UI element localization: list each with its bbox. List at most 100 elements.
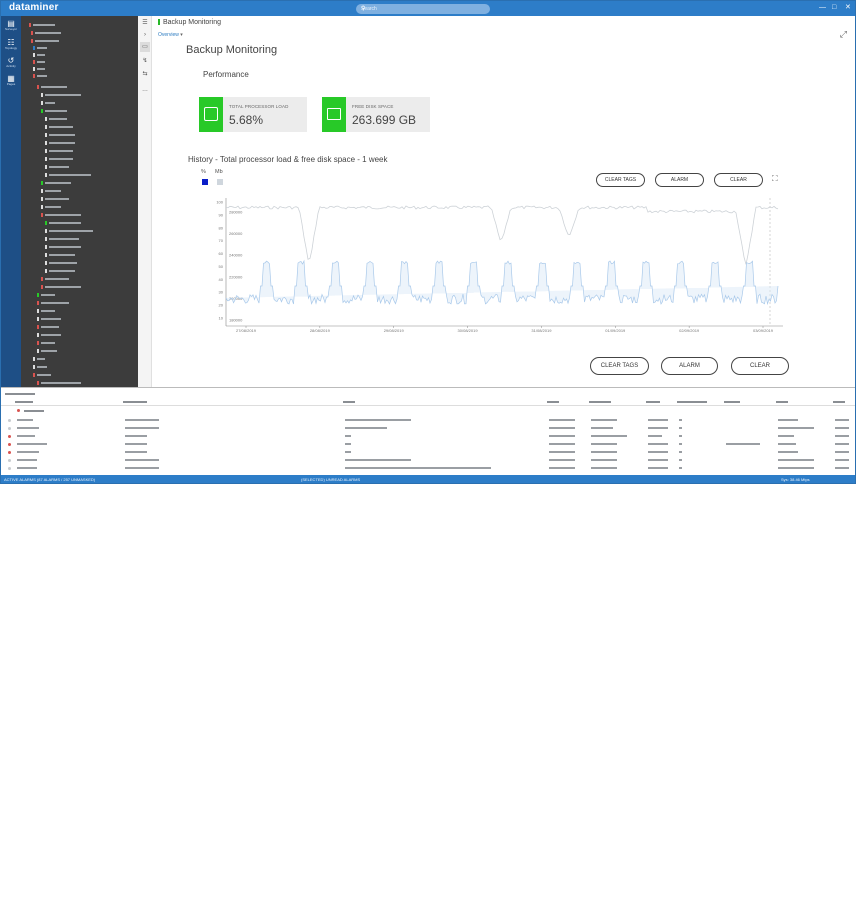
tree-node[interactable] bbox=[45, 164, 138, 170]
tree-node-state-icon bbox=[33, 60, 35, 64]
tree-node[interactable] bbox=[41, 276, 138, 282]
trend-icon[interactable]: ⇆ bbox=[140, 69, 150, 79]
close-button[interactable]: ✕ bbox=[845, 3, 851, 13]
tree-node-state-icon bbox=[31, 31, 33, 35]
legend-swatch-mb[interactable] bbox=[217, 179, 223, 185]
tree-node[interactable] bbox=[37, 300, 137, 306]
tree-node[interactable] bbox=[37, 340, 137, 346]
tree-node-state-icon bbox=[33, 46, 35, 50]
tree-node[interactable] bbox=[41, 100, 138, 106]
search-input[interactable]: Search ⚲ bbox=[356, 4, 490, 14]
tree-node[interactable] bbox=[37, 380, 137, 386]
minimize-button[interactable]: — bbox=[819, 3, 826, 13]
tree-node[interactable] bbox=[45, 172, 138, 178]
tree-node[interactable] bbox=[41, 204, 138, 210]
tree-node-state-icon bbox=[37, 85, 39, 89]
tab-overview[interactable]: Overview ▾ bbox=[158, 32, 183, 38]
tree-node-label bbox=[45, 278, 69, 280]
tree-node[interactable] bbox=[29, 22, 129, 28]
alarm-button[interactable]: ALARM bbox=[655, 173, 704, 187]
chevron-right-icon[interactable]: › bbox=[140, 30, 150, 40]
tree-node[interactable] bbox=[45, 116, 138, 122]
nav-activity[interactable]: ↺ Activity bbox=[3, 56, 19, 72]
status-bar: ACTIVE ALARMS (87 ALARMS / 257 UNMASKED)… bbox=[1, 475, 855, 483]
nav-surveyor[interactable]: ▤ Surveyor bbox=[3, 19, 19, 35]
tree-node[interactable] bbox=[33, 73, 133, 79]
tree-node[interactable] bbox=[45, 244, 138, 250]
tree-node[interactable] bbox=[45, 260, 138, 266]
tree-node[interactable] bbox=[31, 38, 131, 44]
clear-tags-button-bottom[interactable]: CLEAR TAGS bbox=[590, 357, 649, 375]
hamburger-icon[interactable]: ☰ bbox=[140, 18, 150, 28]
tree-node[interactable] bbox=[41, 196, 138, 202]
nav-pages[interactable]: ▦ Pages bbox=[3, 74, 19, 90]
tree-node[interactable] bbox=[45, 148, 138, 154]
nav-topology[interactable]: ☷ Topology bbox=[3, 38, 19, 54]
alarm-cell bbox=[835, 451, 849, 453]
tree-node-label bbox=[49, 246, 81, 248]
alarm-console bbox=[1, 387, 855, 475]
tree-node[interactable] bbox=[41, 92, 138, 98]
status-indicator bbox=[158, 19, 160, 25]
tree-node[interactable] bbox=[33, 45, 133, 51]
tree-node[interactable] bbox=[37, 316, 137, 322]
tree-node[interactable] bbox=[41, 188, 138, 194]
tree-node[interactable] bbox=[37, 324, 137, 330]
tree-node[interactable] bbox=[33, 372, 133, 378]
clear-button[interactable]: CLEAR bbox=[714, 173, 763, 187]
tree-node[interactable] bbox=[37, 348, 137, 354]
tree-node[interactable] bbox=[45, 236, 138, 242]
tree-node[interactable] bbox=[33, 52, 133, 58]
alarm-column-header bbox=[724, 401, 740, 403]
tree-node[interactable] bbox=[45, 156, 138, 162]
alarm-button-bottom[interactable]: ALARM bbox=[661, 357, 718, 375]
more-icon[interactable]: … bbox=[140, 85, 150, 95]
tree-node[interactable] bbox=[31, 30, 131, 36]
history-title: History - Total processor load & free di… bbox=[188, 155, 388, 164]
clear-button-bottom[interactable]: CLEAR bbox=[731, 357, 789, 375]
tree-node-state-icon bbox=[37, 381, 39, 385]
tree-node-state-icon bbox=[33, 373, 35, 377]
tree-node[interactable] bbox=[33, 66, 133, 72]
tree-node[interactable] bbox=[45, 228, 138, 234]
tree-node[interactable] bbox=[37, 332, 137, 338]
maximize-button[interactable]: □ bbox=[832, 3, 836, 13]
alarm-cell bbox=[679, 443, 682, 445]
tree-node[interactable] bbox=[45, 252, 138, 258]
tree-node[interactable] bbox=[41, 284, 138, 290]
tree-node-label bbox=[37, 75, 47, 77]
status-unread-alarms[interactable]: (SELECTED) UNREAD ALARMS bbox=[301, 476, 360, 483]
tree-node[interactable] bbox=[37, 308, 137, 314]
tree-node-state-icon bbox=[45, 117, 47, 121]
clear-tags-button[interactable]: CLEAR TAGS bbox=[596, 173, 645, 187]
tree-node[interactable] bbox=[41, 180, 138, 186]
link-icon[interactable]: ↯ bbox=[140, 56, 150, 66]
chart-fullscreen-icon[interactable]: ⛶ bbox=[772, 174, 781, 183]
series-cpu-line bbox=[225, 259, 779, 306]
tree-node[interactable] bbox=[33, 364, 133, 370]
tree-node[interactable] bbox=[45, 124, 138, 130]
tree-node[interactable] bbox=[41, 108, 138, 114]
alarm-cell bbox=[345, 467, 491, 469]
y2-tick-label: 180000 bbox=[229, 318, 243, 323]
tree-node[interactable] bbox=[45, 140, 138, 146]
tree-node[interactable] bbox=[45, 220, 138, 226]
history-chart[interactable]: 100 90 80 70 60 50 40 30 20 10 280000 260000 240000 2… bbox=[193, 186, 793, 346]
tree-node[interactable] bbox=[33, 59, 133, 65]
alarm-cell bbox=[549, 451, 575, 453]
tree-node[interactable] bbox=[45, 132, 138, 138]
legend-swatch-percent[interactable] bbox=[202, 179, 208, 185]
tree-node[interactable] bbox=[33, 356, 133, 362]
tree-node[interactable] bbox=[41, 212, 138, 218]
status-active-alarms[interactable]: ACTIVE ALARMS (87 ALARMS / 257 UNMASKED) bbox=[4, 476, 95, 483]
title-bar: dataminer Search ⚲ — □ ✕ bbox=[1, 1, 855, 16]
tree-node-state-icon bbox=[37, 341, 39, 345]
tree-node[interactable] bbox=[37, 292, 137, 298]
x-tick-label: 29/08/2019 bbox=[384, 328, 405, 333]
tree-node-label bbox=[45, 94, 81, 96]
tree-node[interactable] bbox=[45, 268, 138, 274]
tree-node[interactable] bbox=[37, 84, 137, 90]
alarm-cell bbox=[345, 419, 411, 421]
data-display-icon[interactable]: ▭ bbox=[140, 42, 150, 52]
fullscreen-icon[interactable]: ⤢ bbox=[840, 29, 847, 40]
